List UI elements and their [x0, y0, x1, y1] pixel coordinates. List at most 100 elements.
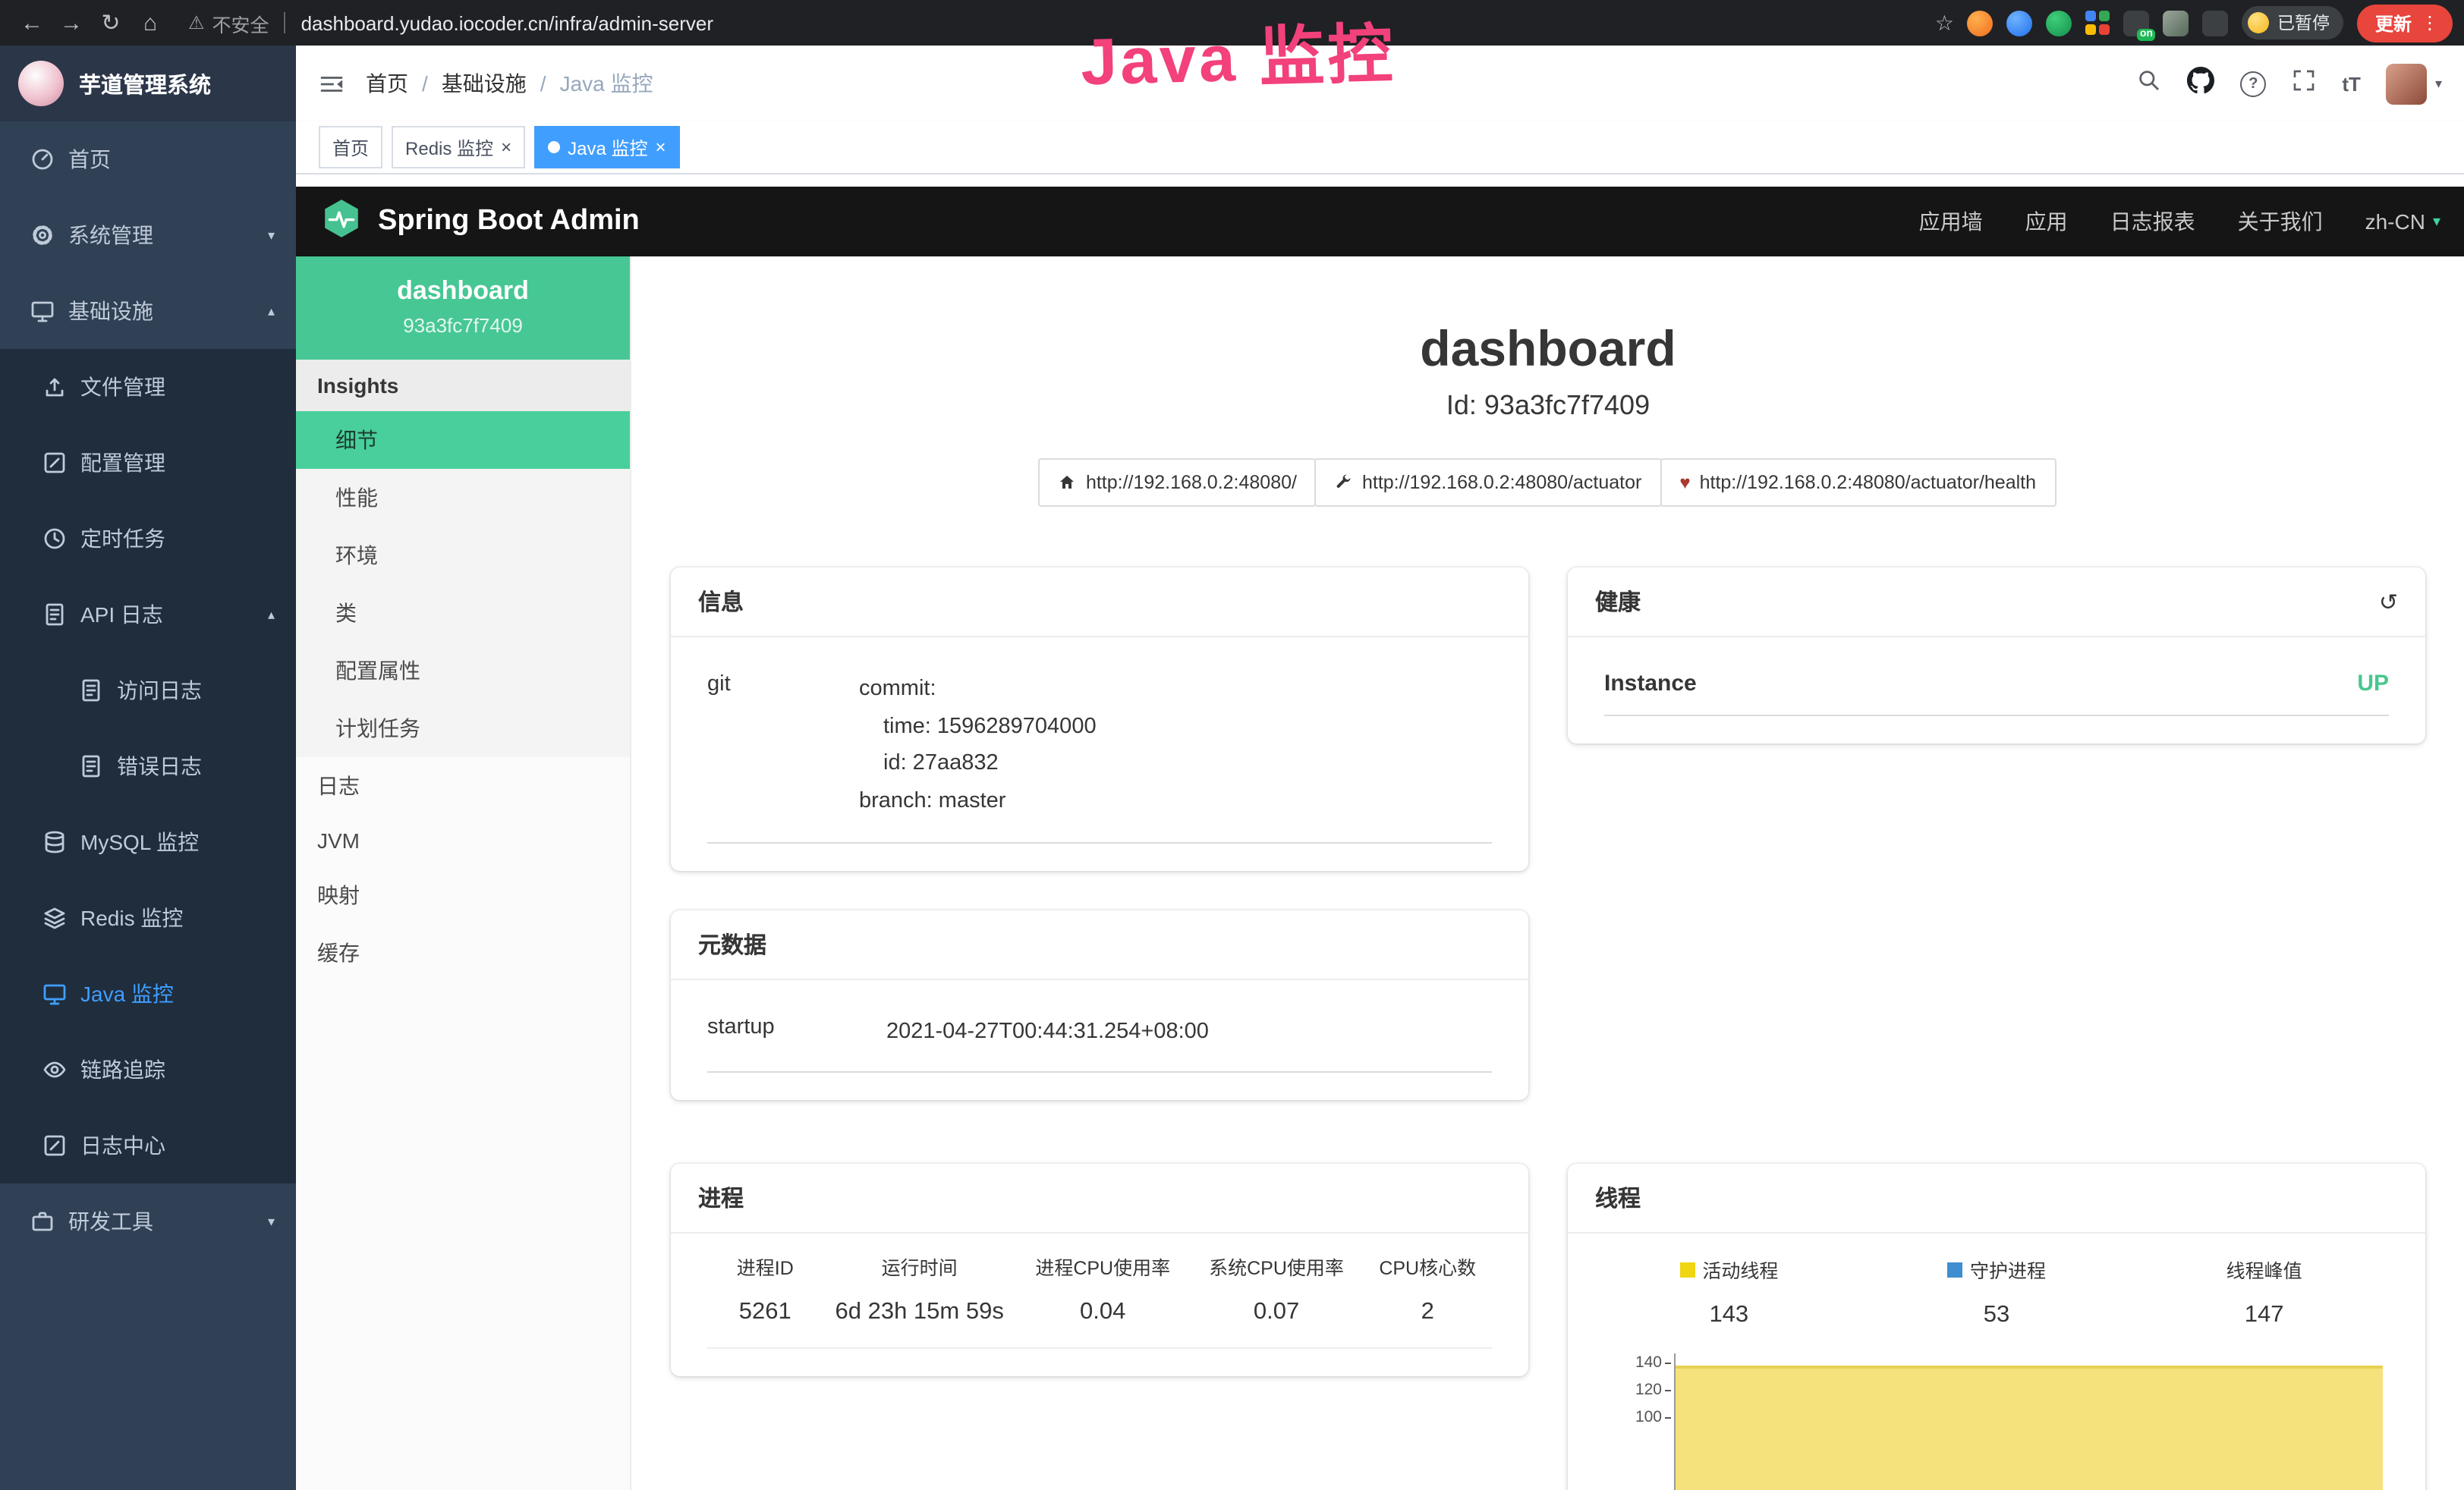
info-line: id: 27aa832 — [859, 746, 1492, 783]
chevron-down-icon: ▾ — [268, 1213, 275, 1230]
annotation-java-monitor: Java 监控 — [1079, 2, 1396, 105]
edit-icon — [42, 1133, 67, 1158]
threads-legend-label: 守护进程 — [1970, 1255, 2046, 1284]
avatar-caret-icon[interactable]: ▾ — [2435, 75, 2442, 92]
process-col-header: CPU核心数 — [1363, 1252, 1492, 1281]
sidebar-item-api-log[interactable]: API 日志 ▴ — [0, 577, 296, 652]
sidebar-item-system[interactable]: 系统管理 ▾ — [0, 197, 296, 273]
gauge-icon — [30, 147, 55, 171]
sidebar-item-log-center[interactable]: 日志中心 — [0, 1108, 296, 1184]
health-status-badge: UP — [2357, 671, 2389, 696]
sidebar-item-tracing[interactable]: 链路追踪 — [0, 1032, 296, 1108]
fullscreen-icon[interactable] — [2292, 68, 2316, 99]
sidebar-item-access-log[interactable]: 访问日志 — [0, 652, 296, 728]
water-drop-extension-icon[interactable] — [2007, 10, 2033, 36]
admin-sidebar: 芋道管理系统 首页 系统管理 ▾ 基础设施 ▴ 文件管理 — [0, 46, 296, 1490]
font-size-icon[interactable]: tT — [2342, 72, 2361, 95]
threads-card: 线程 活动线程 — [1568, 1164, 2425, 1490]
sidebar-item-label: 链路追踪 — [80, 1055, 165, 1085]
process-col-header: 运行时间 — [823, 1252, 1016, 1281]
browser-update-button[interactable]: 更新 ⋮ — [2357, 4, 2453, 42]
breadcrumb-infrastructure[interactable]: 基础设施 — [442, 68, 527, 99]
sidebar-item-home[interactable]: 首页 — [0, 121, 296, 197]
sidebar-item-dev-tools[interactable]: 研发工具 ▾ — [0, 1184, 296, 1259]
sba-sidebar-item-metrics[interactable]: 性能 — [296, 469, 630, 527]
metadata-card: 元数据 startup 2021-04-27T00:44:31.254+08:0… — [671, 910, 1528, 1100]
layers-icon — [42, 906, 67, 930]
health-url-link[interactable]: ♥ http://192.168.0.2:48080/actuator/heal… — [1660, 458, 2056, 507]
orange-extension-icon[interactable] — [1968, 10, 1994, 36]
search-icon[interactable] — [2137, 68, 2161, 99]
sba-brand-title[interactable]: Spring Boot Admin — [378, 205, 640, 238]
leaf-extension-icon[interactable] — [2163, 10, 2189, 36]
sba-sidebar-item-environment[interactable]: 环境 — [296, 527, 630, 584]
sba-nav-applications[interactable]: 应用 — [2025, 206, 2068, 237]
kebab-menu-icon[interactable]: ⋮ — [2421, 12, 2439, 33]
green-circle-extension-icon[interactable] — [2047, 10, 2072, 36]
sba-sidebar-item-scheduled-tasks[interactable]: 计划任务 — [296, 699, 630, 757]
sidebar-item-scheduled-jobs[interactable]: 定时任务 — [0, 501, 296, 577]
user-avatar[interactable] — [2387, 63, 2428, 104]
github-icon[interactable] — [2187, 66, 2214, 101]
close-icon[interactable]: × — [501, 137, 511, 158]
sba-sidebar-item-logs[interactable]: 日志 — [296, 757, 630, 815]
bookmark-star-icon[interactable]: ☆ — [1935, 10, 1954, 36]
tags-view-bar: 首页 Redis 监控 × Java 监控 × — [296, 121, 2464, 174]
address-bar-url[interactable]: dashboard.yudao.iocoder.cn/infra/admin-s… — [301, 11, 713, 34]
threads-area-chart: 140 120 100 — [1674, 1353, 2383, 1490]
tab-java-monitor[interactable]: Java 监控 × — [534, 126, 679, 168]
puzzle-extension-icon[interactable] — [2203, 10, 2229, 36]
sidebar-item-redis-monitor[interactable]: Redis 监控 — [0, 880, 296, 956]
history-icon[interactable]: ↺ — [2379, 588, 2398, 615]
sba-sidebar-item-mappings[interactable]: 映射 — [296, 866, 630, 924]
site-security-chip[interactable]: ⚠ 不安全 — [188, 8, 269, 37]
breadcrumb-current: Java 监控 — [560, 68, 653, 99]
help-icon[interactable]: ? — [2240, 71, 2266, 96]
process-card: 进程 进程ID 运行时间 进程CPU使用率 系统CPU使用率 CPU核心数 — [671, 1164, 1528, 1376]
profile-paused-chip[interactable]: 已暂停 — [2242, 6, 2343, 39]
sba-sidebar-item-caches[interactable]: 缓存 — [296, 924, 630, 982]
forward-icon[interactable]: → — [52, 10, 91, 36]
sidebar-item-infrastructure[interactable]: 基础设施 ▴ — [0, 273, 296, 349]
sba-instance-header[interactable]: dashboard 93a3fc7f7409 — [296, 256, 630, 360]
sidebar-item-java-monitor[interactable]: Java 监控 — [0, 956, 296, 1032]
sidebar-logo[interactable]: 芋道管理系统 — [0, 46, 296, 121]
process-cpu: 0.04 — [1016, 1299, 1190, 1326]
instance-url-link[interactable]: http://192.168.0.2:48080/ — [1039, 458, 1317, 507]
tab-redis-monitor[interactable]: Redis 监控 × — [392, 126, 525, 168]
sidebar-item-error-log[interactable]: 错误日志 — [0, 728, 296, 804]
reload-icon[interactable]: ↻ — [91, 9, 131, 36]
metadata-card-title: 元数据 — [698, 928, 766, 960]
actuator-url-link[interactable]: http://192.168.0.2:48080/actuator — [1315, 458, 1661, 507]
java-monitor-icon — [42, 982, 67, 1006]
sidebar-item-config-management[interactable]: 配置管理 — [0, 425, 296, 501]
home-icon[interactable]: ⌂ — [131, 10, 170, 36]
sba-logo-icon[interactable] — [320, 196, 363, 247]
upload-icon — [42, 375, 67, 399]
sba-sidebar-item-details[interactable]: 细节 — [296, 411, 630, 469]
divider — [285, 12, 286, 33]
sidebar-fold-icon[interactable] — [319, 71, 345, 96]
sidebar-item-label: 文件管理 — [80, 372, 165, 402]
health-instance-label[interactable]: Instance — [1604, 671, 1697, 696]
sidebar-item-mysql-monitor[interactable]: MySQL 监控 — [0, 804, 296, 880]
process-col-header: 进程ID — [707, 1252, 823, 1281]
sidebar-item-file-management[interactable]: 文件管理 — [0, 349, 296, 425]
tab-home[interactable]: 首页 — [319, 126, 382, 168]
sba-sidebar-item-config-props[interactable]: 配置属性 — [296, 642, 630, 699]
on-switch-extension-icon[interactable]: on — [2124, 10, 2150, 36]
gear-icon — [30, 223, 55, 247]
health-card-title: 健康 — [1595, 586, 1641, 618]
breadcrumb-home[interactable]: 首页 — [366, 68, 408, 99]
sba-sidebar-item-classes[interactable]: 类 — [296, 584, 630, 642]
back-icon[interactable]: ← — [12, 10, 52, 36]
sba-nav-wallboard[interactable]: 应用墙 — [1919, 206, 1983, 237]
close-icon[interactable]: × — [655, 137, 666, 158]
sba-sidebar-item-jvm[interactable]: JVM — [296, 815, 630, 866]
apps-grid-extension-icon[interactable] — [2086, 11, 2110, 35]
sba-nav-about[interactable]: 关于我们 — [2238, 206, 2323, 237]
sba-nav-journal[interactable]: 日志报表 — [2110, 206, 2195, 237]
app-title: 芋道管理系统 — [79, 68, 211, 99]
sba-locale-select[interactable]: zh-CN ▾ — [2365, 209, 2440, 234]
chevron-down-icon: ▾ — [2433, 213, 2440, 230]
